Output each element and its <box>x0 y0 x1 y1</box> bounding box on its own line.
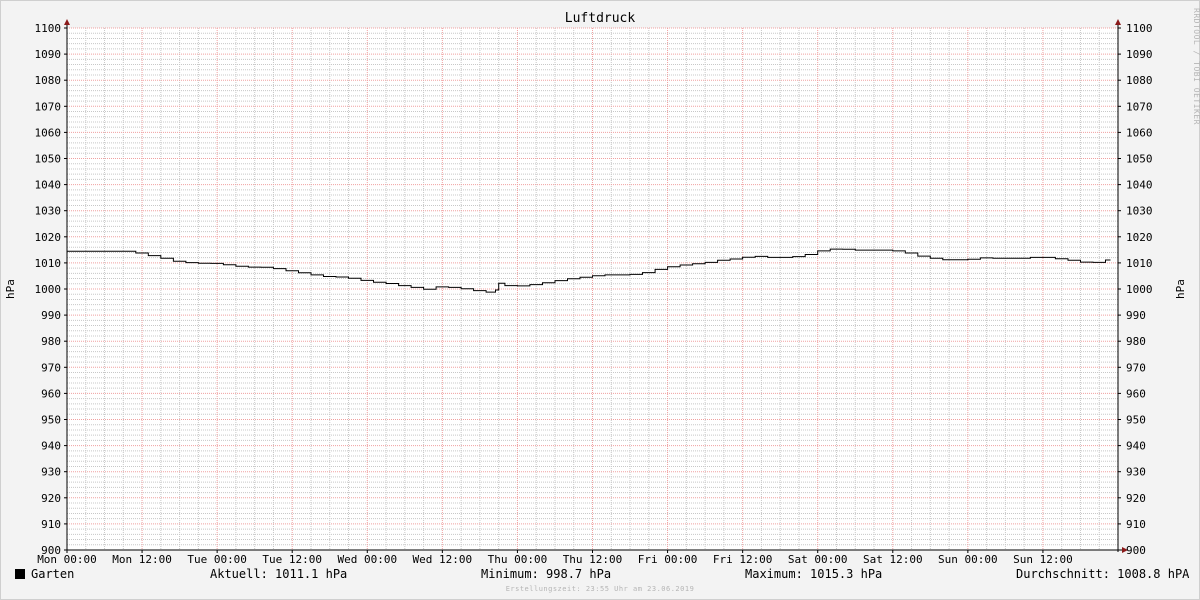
legend-aktuell: Aktuell: 1011.1 hPa <box>210 567 348 581</box>
y-axis-label-right: hPa <box>1174 279 1187 299</box>
y-tick-label-left: 930 <box>41 466 61 479</box>
x-tick-label: Tue 12:00 <box>262 553 322 566</box>
y-tick-label-left: 1050 <box>35 153 62 166</box>
x-tick-label: Sat 12:00 <box>863 553 923 566</box>
creation-time-footer: Erstellungszeit: 23:55 Uhr am 23.06.2019 <box>505 585 695 593</box>
y-tick-label-right: 900 <box>1126 544 1146 557</box>
chart-title: Luftdruck <box>564 11 636 26</box>
y-tick-label-right: 980 <box>1126 335 1146 348</box>
y-tick-label-right: 1000 <box>1126 283 1153 296</box>
line-chart: 900 900910 910920 920930 930940 940950 950960 9… <box>4 19 1187 566</box>
x-tick-label: Fri 00:00 <box>638 553 698 566</box>
y-tick-label-left: 1080 <box>35 74 62 87</box>
y-tick-label-left: 1020 <box>35 231 62 244</box>
x-tick-label: Wed 00:00 <box>337 553 397 566</box>
y-tick-label-left: 1070 <box>35 100 62 113</box>
y-tick-label-left: 990 <box>41 309 61 322</box>
y-tick-label-left: 970 <box>41 361 61 374</box>
rrdtool-watermark: RRDTOOL / TOBI OETIKER <box>1192 8 1200 125</box>
y-tick-label-right: 930 <box>1126 466 1146 479</box>
y-tick-label-right: 1060 <box>1126 126 1153 139</box>
y-tick-label-left: 910 <box>41 518 61 531</box>
legend-entry-garten: Garten <box>15 567 74 581</box>
x-tick-label: Sat 00:00 <box>788 553 848 566</box>
y-tick-label-left: 1090 <box>35 48 62 61</box>
y-tick-label-right: 1090 <box>1126 48 1153 61</box>
x-tick-label: Tue 00:00 <box>187 553 247 566</box>
y-tick-label-left: 940 <box>41 440 61 453</box>
y-tick-label-right: 910 <box>1126 518 1146 531</box>
legend-series-name: Garten <box>31 567 75 581</box>
y-tick-label-right: 990 <box>1126 309 1146 322</box>
legend-durchschnitt: Durchschnitt: 1008.8 hPA <box>1016 567 1190 581</box>
y-tick-label-right: 1020 <box>1126 231 1153 244</box>
legend-maximum: Maximum: 1015.3 hPa <box>745 567 883 581</box>
y-tick-label-right: 960 <box>1126 387 1146 400</box>
y-tick-label-left: 1060 <box>35 126 62 139</box>
y-tick-label-left: 1030 <box>35 205 62 218</box>
y-tick-label-right: 1050 <box>1126 153 1153 166</box>
x-tick-label: Thu 12:00 <box>563 553 623 566</box>
y-tick-label-left: 950 <box>41 414 61 427</box>
legend-minimum: Minimum: 998.7 hPa <box>481 567 612 581</box>
y-tick-label-left: 920 <box>41 492 61 505</box>
x-tick-label: Mon 12:00 <box>112 553 172 566</box>
y-tick-label-left: 1040 <box>35 179 62 192</box>
x-tick-label: Mon 00:00 <box>37 553 97 566</box>
y-tick-label-right: 950 <box>1126 414 1146 427</box>
y-tick-label-left: 1000 <box>35 283 62 296</box>
y-tick-label-right: 940 <box>1126 440 1146 453</box>
y-tick-label-right: 1070 <box>1126 100 1153 113</box>
y-tick-label-right: 1030 <box>1126 205 1153 218</box>
y-tick-label-left: 1010 <box>35 257 62 270</box>
y-tick-label-right: 970 <box>1126 361 1146 374</box>
legend-swatch <box>15 569 25 579</box>
y-tick-label-left: 980 <box>41 335 61 348</box>
x-tick-label: Thu 00:00 <box>488 553 548 566</box>
x-tick-label: Fri 12:00 <box>713 553 773 566</box>
x-tick-label: Sun 12:00 <box>1013 553 1073 566</box>
y-tick-label-left: 960 <box>41 387 61 400</box>
y-tick-label-right: 1010 <box>1126 257 1153 270</box>
x-tick-label: Sun 00:00 <box>938 553 998 566</box>
y-tick-label-right: 920 <box>1126 492 1146 505</box>
y-tick-label-right: 1080 <box>1126 74 1153 87</box>
x-tick-label: Wed 12:00 <box>413 553 473 566</box>
y-axis-label-left: hPa <box>4 279 17 299</box>
y-tick-label-right: 1040 <box>1126 179 1153 192</box>
